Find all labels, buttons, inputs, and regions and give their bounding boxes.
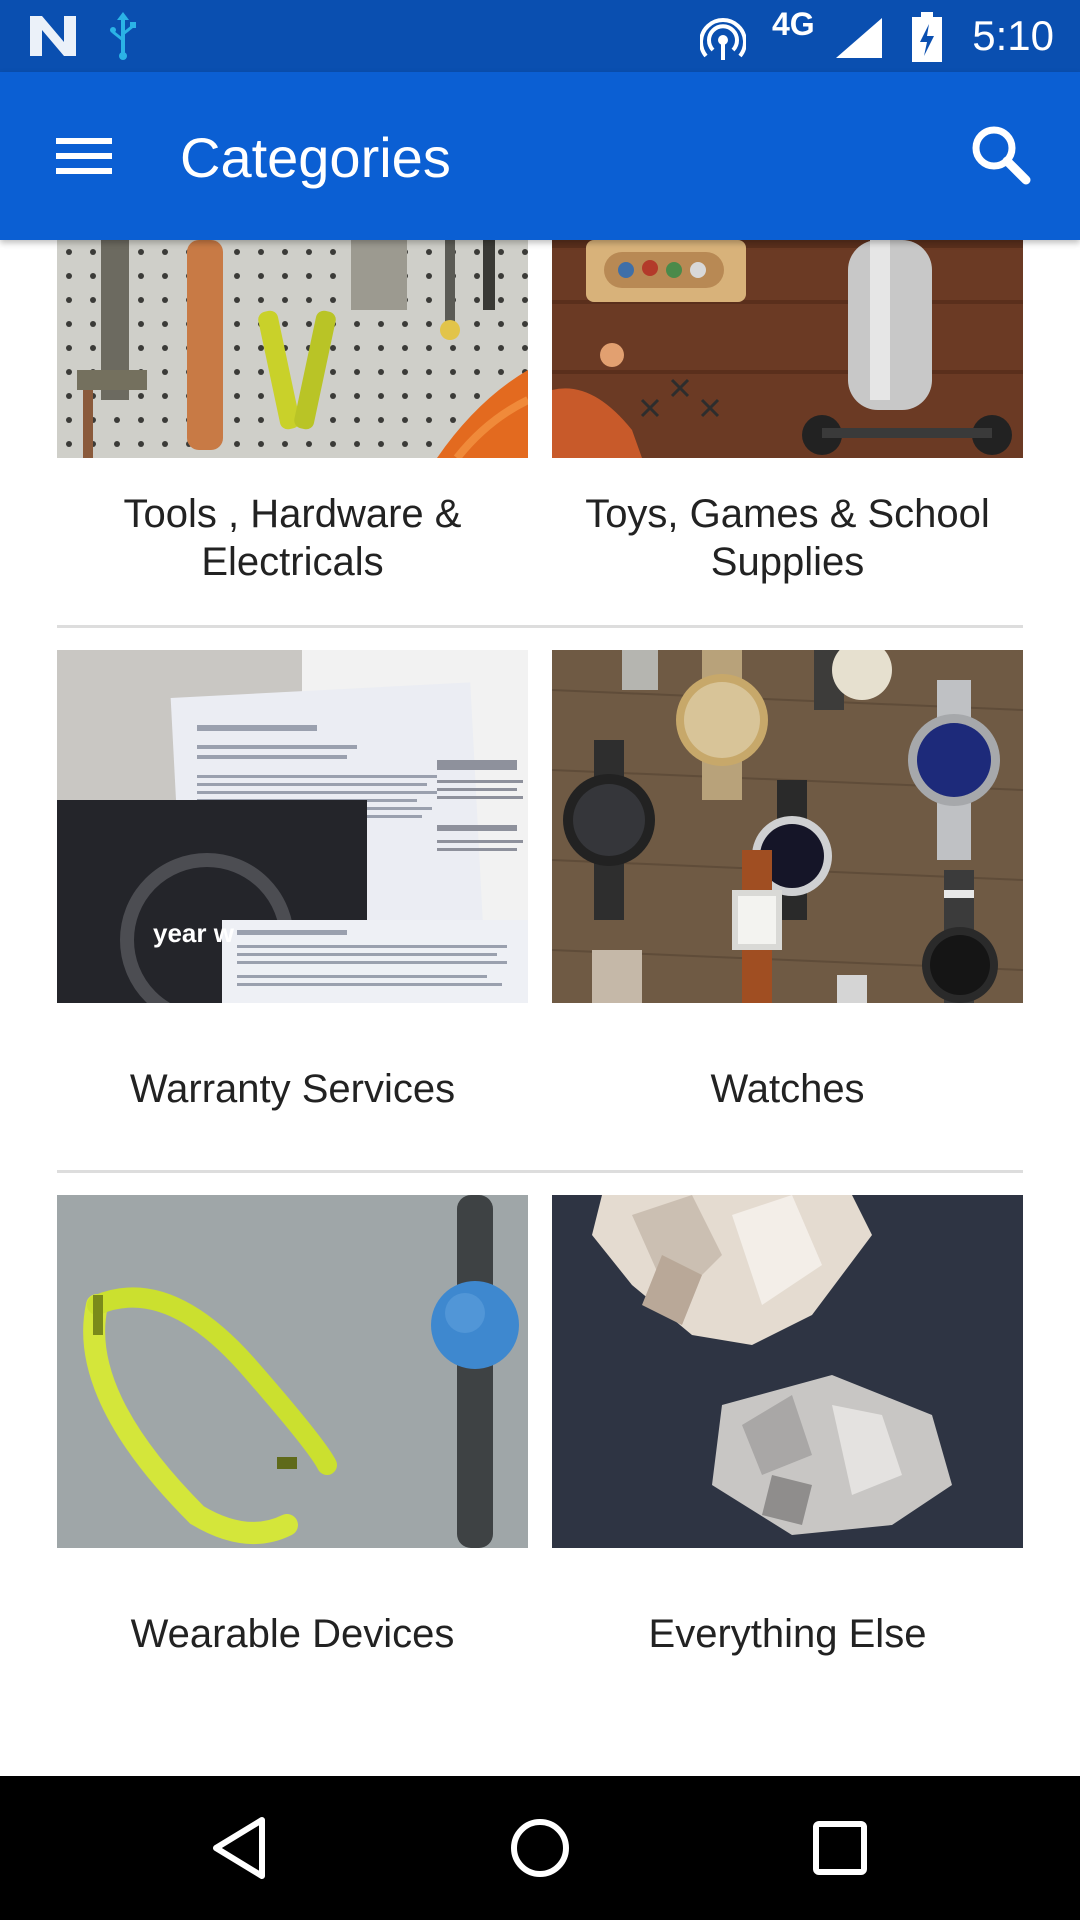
wearables-image bbox=[57, 1195, 528, 1548]
home-button[interactable] bbox=[498, 1806, 582, 1890]
category-everything-else[interactable]: Everything Else bbox=[552, 1195, 1023, 1665]
category-watches[interactable]: Watches bbox=[552, 650, 1023, 1120]
category-grid: Tools , Hardware & Electricals Toys, Gam… bbox=[0, 240, 1080, 1776]
category-label: Warranty Services bbox=[129, 1067, 456, 1111]
category-toys-games[interactable]: Toys, Games & School Supplies bbox=[552, 240, 1023, 588]
page-title: Categories bbox=[180, 126, 451, 189]
warranty-image-text: year w bbox=[153, 918, 235, 948]
category-label: Tools , Hardware & Electricals bbox=[123, 492, 462, 584]
category-label: Watches bbox=[710, 1067, 865, 1111]
navigation-bar bbox=[0, 1776, 1080, 1920]
menu-button[interactable] bbox=[38, 114, 130, 198]
n-logo-icon bbox=[30, 16, 76, 61]
recents-button[interactable] bbox=[798, 1806, 882, 1890]
screen: 4G 5:10 Categories Tools , Hardware & El… bbox=[0, 0, 1080, 1920]
category-tools-hardware[interactable]: Tools , Hardware & Electricals bbox=[57, 240, 528, 588]
hamburger-menu-icon bbox=[56, 138, 112, 174]
status-bar: 4G 5:10 bbox=[0, 0, 1080, 72]
clock: 5:10 bbox=[972, 12, 1054, 59]
network-type-label: 4G bbox=[772, 6, 815, 42]
home-icon bbox=[511, 1819, 569, 1877]
tools-image bbox=[57, 240, 528, 458]
search-button[interactable] bbox=[960, 114, 1044, 198]
back-button[interactable] bbox=[198, 1806, 282, 1890]
search-icon bbox=[972, 126, 1031, 185]
back-icon bbox=[213, 1817, 265, 1879]
row-divider bbox=[57, 625, 1023, 628]
row-divider bbox=[57, 1170, 1023, 1173]
toys-image bbox=[552, 240, 1023, 458]
category-label: Toys, Games & School Supplies bbox=[585, 492, 990, 584]
category-warranty-services[interactable]: year w Warranty Services bbox=[57, 650, 528, 1120]
category-label: Wearable Devices bbox=[130, 1612, 455, 1656]
crystals-image bbox=[552, 1195, 1023, 1548]
recents-icon bbox=[813, 1821, 867, 1875]
app-bar: Categories bbox=[0, 72, 1080, 240]
category-wearable-devices[interactable]: Wearable Devices bbox=[57, 1195, 528, 1665]
category-label: Everything Else bbox=[648, 1612, 927, 1656]
watches-image bbox=[552, 650, 1023, 1003]
usb-icon bbox=[108, 12, 138, 65]
battery-icon bbox=[912, 12, 942, 67]
warranty-image: year w bbox=[57, 650, 528, 1003]
hotspot-icon bbox=[699, 16, 747, 65]
signal-icon bbox=[836, 18, 882, 63]
